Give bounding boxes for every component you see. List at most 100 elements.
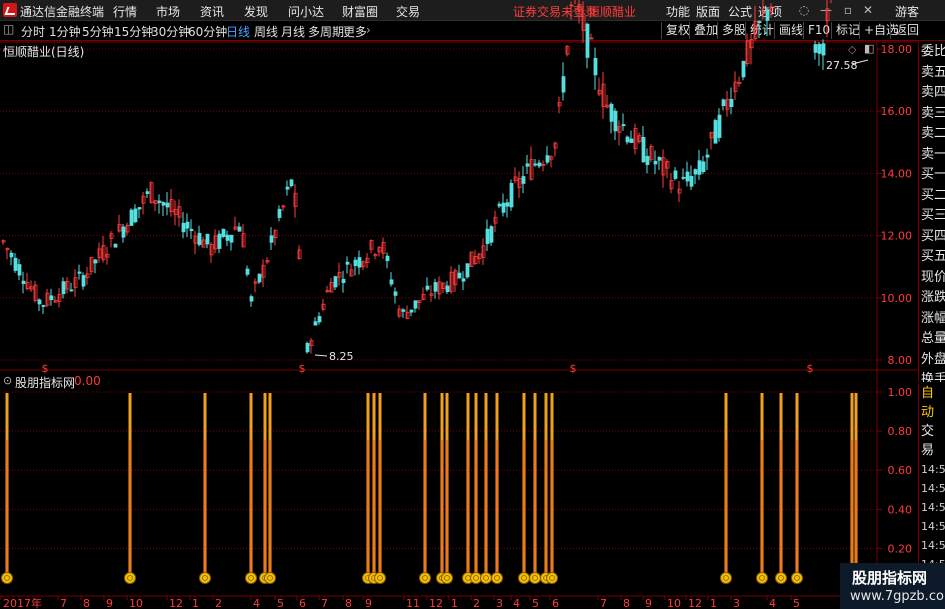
candle-body: [133, 208, 138, 223]
candle-body: [77, 271, 82, 274]
candle-body: [49, 295, 54, 301]
indicator-tick-label: 0.20: [888, 542, 913, 555]
candle-body: [537, 162, 542, 167]
candle-body: [673, 170, 678, 179]
candle-body: [257, 273, 262, 283]
side-item-16: 换手: [921, 372, 945, 382]
signal-coin-icon: [1, 572, 13, 584]
panel-toggle-icon[interactable]: ◧: [864, 42, 874, 55]
x-tick-label: 9: [645, 597, 652, 609]
candle-body: [13, 257, 18, 271]
candle-body: [37, 299, 42, 305]
signal-coin-icon: [529, 572, 541, 584]
signal-coin-icon: [199, 572, 211, 584]
candle-body: [621, 124, 626, 127]
candle-body: [17, 264, 22, 276]
signal-coin-icon: [491, 572, 503, 584]
candle-body: [229, 234, 234, 243]
candle-body: [685, 171, 690, 182]
watermark-title: 股朋指标网: [852, 569, 928, 587]
watermark-logo: 股朋指标网 www.7gpzb.com: [840, 563, 945, 609]
candle-body: [697, 160, 702, 175]
signal-coin-icon: [791, 572, 803, 584]
candle-body: [145, 191, 150, 194]
x-tick-label: 2017年: [3, 596, 42, 609]
candle-body: [445, 285, 450, 293]
x-tick-label: 2: [215, 597, 222, 609]
x-tick-label: 9: [106, 597, 113, 609]
candle-body: [593, 57, 598, 76]
indicator-tick-label: 0.40: [888, 503, 913, 516]
candle-body: [121, 226, 126, 238]
price-tick-label: 14.00: [881, 167, 913, 180]
signal-coin-icon: [720, 572, 732, 584]
trade-time-3: 14:56: [921, 520, 945, 533]
candle-body: [333, 276, 338, 288]
candle-body: [81, 275, 86, 287]
x-tick-label: 4: [513, 597, 520, 609]
candle-body: [497, 203, 502, 207]
low-pointer: [314, 354, 328, 357]
signal-coin-icon: [419, 572, 431, 584]
x-tick-label: 11: [406, 597, 420, 609]
candle-body: [249, 296, 254, 302]
trade-time-1: 14:56: [921, 482, 945, 495]
x-tick-label: 10: [129, 597, 143, 609]
candle-body: [629, 138, 634, 143]
candle-body: [505, 202, 510, 207]
side-item-5: 卖一: [921, 146, 945, 162]
x-tick-label: 9: [365, 597, 372, 609]
side-item-3: 卖三: [921, 105, 945, 121]
x-tick-label: 3: [496, 597, 503, 609]
price-tick-label: 18.00: [881, 43, 913, 56]
low-price-label: 8.25: [329, 350, 354, 363]
kline-chart[interactable]: 26.0024.0022.0020.0018.0016.0014.0012.00…: [0, 0, 945, 609]
signal-coin-icon: [245, 572, 257, 584]
side-item-13: 涨幅: [921, 310, 945, 326]
diamond-icon[interactable]: ◇: [848, 43, 856, 56]
candle-body: [701, 161, 706, 173]
indicator-tick-label: 0.80: [888, 425, 913, 438]
dividend-marker: $: [299, 362, 306, 375]
indicator-tick-label: 0.60: [888, 464, 913, 477]
candle-body: [533, 163, 538, 166]
candle-body: [245, 268, 250, 275]
x-tick-label: 2: [473, 597, 480, 609]
x-tick-label: 1: [192, 597, 199, 609]
x-tick-label: 4: [253, 597, 260, 609]
price-tick-label: 10.00: [881, 292, 913, 305]
candle-body: [313, 321, 318, 326]
candle-body: [285, 186, 290, 190]
x-tick-label: 12: [169, 597, 183, 609]
trade-time-2: 14:56: [921, 501, 945, 514]
candle-body: [689, 175, 694, 187]
auto-mode-label[interactable]: 自动: [919, 384, 945, 422]
candle-body: [509, 182, 514, 208]
indicator-collapse-icon[interactable]: ⊙: [3, 374, 12, 387]
candle-body: [521, 176, 526, 184]
x-tick-label: 10: [667, 597, 681, 609]
price-tick-label: 16.00: [881, 105, 913, 118]
candle-body: [137, 207, 142, 210]
signal-coin-icon: [124, 572, 136, 584]
dividend-marker: $: [570, 362, 577, 375]
x-tick-label: 6: [299, 597, 306, 609]
candle-body: [817, 43, 822, 54]
candle-body: [401, 309, 406, 312]
watermark-url: www.7gpzb.com: [850, 589, 945, 604]
x-tick-label: 8: [345, 597, 352, 609]
signal-coin-icon: [775, 572, 787, 584]
dividend-marker: $: [807, 362, 814, 375]
candle-body: [461, 278, 466, 282]
candle-body: [225, 234, 230, 241]
candle-body: [465, 263, 470, 278]
candle-body: [585, 23, 590, 58]
side-item-15: 外盘: [921, 351, 945, 367]
signal-coin-icon: [480, 572, 492, 584]
x-tick-label: 8: [83, 597, 90, 609]
trade-label: 交易: [921, 424, 935, 458]
candle-body: [409, 309, 414, 313]
candle-body: [9, 252, 14, 258]
candle-body: [269, 235, 274, 243]
candle-body: [161, 202, 166, 206]
